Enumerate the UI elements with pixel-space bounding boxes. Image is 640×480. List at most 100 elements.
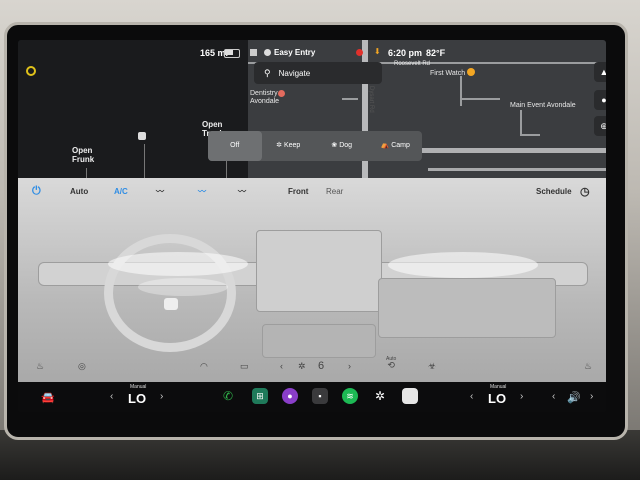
driver-temp-value[interactable]: LO: [128, 391, 146, 406]
driver-temp-mode: Manual: [130, 384, 147, 390]
recenter-button[interactable]: ⊕: [594, 116, 606, 136]
location-pin-icon: ●: [601, 95, 606, 105]
fan-speed-value: 6: [318, 360, 325, 372]
passenger-temp-mode: Manual: [490, 384, 507, 390]
fan-direction-button[interactable]: 〰: [238, 182, 246, 200]
tire-pressure-warning-icon: [26, 66, 36, 76]
location-button[interactable]: ●: [594, 90, 606, 110]
spotify-app-icon[interactable]: ≋: [342, 388, 358, 404]
calendar-app-icon[interactable]: [402, 388, 418, 404]
front-defrost-button[interactable]: ◠: [200, 356, 208, 376]
toybox-app-icon[interactable]: ⊞: [252, 388, 268, 404]
mode-camp-label: Camp: [391, 142, 410, 149]
recirculate-button[interactable]: 〰: [156, 182, 164, 200]
volume-down-button[interactable]: ‹: [552, 391, 555, 402]
map-road: [460, 76, 462, 106]
navigate-input[interactable]: Navigate: [279, 69, 311, 78]
phone-app-icon[interactable]: ✆: [220, 388, 236, 404]
mode-dog-label: Dog: [339, 142, 353, 149]
auto-recirc-button[interactable]: Auto ⟲: [386, 356, 396, 376]
fan-app-icon[interactable]: ✲: [372, 388, 388, 404]
biohazard-icon: ☣: [428, 360, 437, 371]
recirc-icon: ⟲: [387, 360, 395, 370]
tab-rear[interactable]: Rear: [326, 182, 343, 200]
charge-port-icon[interactable]: [138, 132, 146, 140]
rear-defrost-button[interactable]: ▭: [240, 356, 249, 376]
map-label-dentistry: Dentistry Avondale: [250, 90, 280, 105]
map-label-main-event: Main Event Avondale: [510, 102, 576, 109]
map-label-first-watch: First Watch: [430, 70, 466, 77]
clock-icon[interactable]: ◷: [580, 182, 590, 200]
steering-heat-button[interactable]: ◎: [78, 356, 86, 376]
climate-power-button[interactable]: ⏻: [32, 182, 41, 200]
battery-icon: [224, 49, 240, 58]
download-icon[interactable]: ⬇: [374, 48, 382, 56]
defrost-icon: 〰: [156, 186, 164, 196]
passenger-temp-down-button[interactable]: ‹: [470, 391, 473, 402]
north-arrow-icon: ▲: [599, 67, 606, 77]
tab-front[interactable]: Front: [288, 182, 308, 200]
passenger-seat-heat-icon: ♨: [584, 360, 593, 371]
fan-speed-icon: ✲: [298, 360, 306, 371]
climate-panel: ⏻ Auto A/C 〰 〰 〰 Front Rear Schedule ◷ ♨…: [18, 178, 606, 382]
fan-icon: ✲: [298, 356, 306, 376]
mode-keep-label: Keep: [283, 142, 301, 149]
mode-camp[interactable]: ⛺ Camp: [369, 131, 423, 161]
console-shape: [262, 324, 376, 358]
wind-icon: 〰: [238, 186, 246, 196]
map-road: [520, 134, 540, 136]
lock-icon[interactable]: [250, 49, 257, 56]
profile-icon[interactable]: [264, 49, 271, 56]
bioweapon-mode-button[interactable]: ☣: [428, 356, 436, 376]
record-icon[interactable]: [356, 49, 363, 56]
crosshair-icon: ⊕: [600, 120, 606, 131]
dashcam-app-icon[interactable]: ▪: [312, 388, 328, 404]
driver-seat-heat-button[interactable]: ♨: [36, 356, 44, 376]
mode-keep[interactable]: ✲ Keep: [262, 131, 316, 161]
outside-temp-text: 82°F: [426, 48, 446, 58]
car-button[interactable]: 🚘: [38, 387, 58, 407]
driver-temp-up-button[interactable]: ›: [160, 391, 163, 402]
fan-increase-button[interactable]: ›: [348, 356, 351, 376]
open-frunk-button[interactable]: Open Frunk: [72, 146, 94, 164]
map-road: [520, 110, 522, 136]
passenger-seat-heat-button[interactable]: ♨: [584, 356, 592, 376]
compass-button[interactable]: ▲: [594, 62, 606, 82]
touchscreen: 165 mi Open Frunk Open Trunk Dentistry A…: [18, 40, 606, 412]
fan-icon: ✲: [276, 142, 284, 149]
ac-button[interactable]: A/C: [114, 182, 128, 200]
bottom-dock: 🚘 ‹ Manual LO › ✆ ⊞ ● ▪ ≋ ✲ ‹ Manual LO …: [18, 382, 606, 412]
rear-defrost-icon: ▭: [240, 360, 249, 371]
volume-icon[interactable]: 🔊: [566, 387, 582, 407]
climate-auto-button[interactable]: Auto: [70, 182, 88, 200]
climate-keep-mode-selector[interactable]: Off ✲ Keep ❀ Dog ⛺ Camp: [208, 131, 422, 161]
search-icon: ⚲: [264, 67, 271, 78]
ac-label: A/C: [114, 186, 128, 196]
map-label-street: Roosevelt Rd: [394, 61, 431, 67]
airflow-vent-icon[interactable]: [388, 252, 538, 278]
mode-off[interactable]: Off: [208, 131, 262, 161]
profile-name[interactable]: Easy Entry: [274, 48, 315, 57]
airflow-icon: 〰: [198, 186, 206, 196]
driver-temp-down-button[interactable]: ‹: [110, 391, 113, 402]
front-defrost-icon: ◠: [200, 360, 208, 371]
fan-decrease-button[interactable]: ‹: [280, 356, 283, 376]
chevron-right-icon: ›: [348, 361, 351, 371]
passenger-temp-up-button[interactable]: ›: [520, 391, 523, 402]
camera-app-icon[interactable]: ●: [282, 388, 298, 404]
center-display-shape: [256, 230, 382, 312]
passenger-temp-value[interactable]: LO: [488, 391, 506, 406]
map-label-road: Dysart Rd: [368, 86, 374, 113]
airflow-vent-icon[interactable]: [108, 252, 248, 276]
auto-label: Auto: [70, 186, 89, 196]
map-pin-icon: [278, 90, 285, 97]
glovebox-shape: [378, 278, 556, 338]
mode-dog[interactable]: ❀ Dog: [315, 131, 369, 161]
map-road: [428, 168, 606, 171]
seat-heat-button[interactable]: 〰: [198, 182, 206, 200]
schedule-button[interactable]: Schedule: [536, 182, 572, 200]
volume-up-button[interactable]: ›: [590, 391, 593, 402]
navigate-search[interactable]: ⚲ Navigate: [254, 62, 382, 84]
chevron-left-icon: ‹: [280, 361, 283, 371]
tent-icon: ⛺: [380, 142, 392, 149]
